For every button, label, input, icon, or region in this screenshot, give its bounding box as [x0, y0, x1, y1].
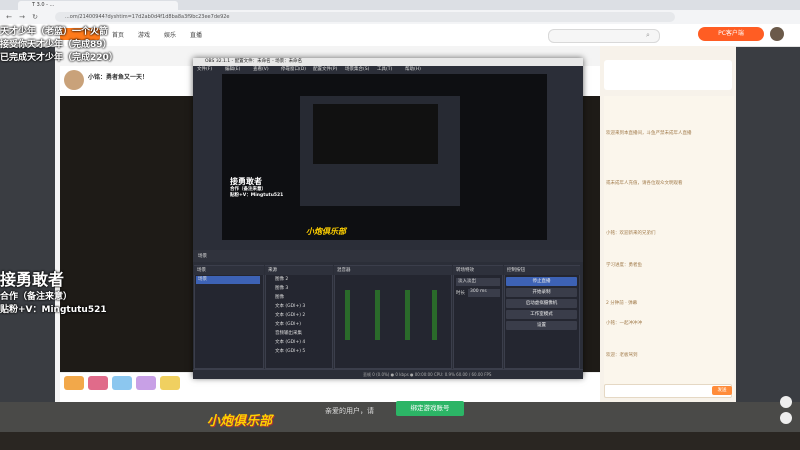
scenes-dock-header: 场景 — [194, 266, 264, 275]
bind-prompt: 亲爱的用户，请 — [325, 407, 374, 415]
volume-meter — [432, 290, 437, 340]
browser-tab[interactable]: T 3.0 - ... — [18, 1, 178, 10]
transition-select[interactable]: 淡入淡出 — [456, 278, 500, 286]
chat-message: 学习进度：勇者鱼 — [606, 263, 642, 268]
start-recording-button[interactable]: 开始录制 — [506, 288, 577, 297]
chat-message: 小铭：一起冲冲冲 — [606, 321, 642, 326]
stop-streaming-button[interactable]: 停止直播 — [506, 277, 577, 286]
scene-item[interactable]: 场景 — [196, 276, 260, 284]
source-item[interactable]: 文本 (GDI+) 3 — [275, 303, 305, 309]
menu-help[interactable]: 帮助(H) — [405, 66, 421, 74]
virtual-camera-button[interactable]: 启动虚拟摄像机 — [506, 299, 577, 308]
bind-game-account-button[interactable]: 绑定游戏账号 — [396, 401, 464, 416]
source-item[interactable]: 文本 (GDI+) 5 — [275, 348, 305, 354]
studio-mode-button[interactable]: 工作室模式 — [506, 310, 577, 319]
chat-message: 2 分钟前 · 弹幕 — [606, 301, 638, 306]
source-item[interactable]: 文本 (GDI+) 2 — [275, 312, 305, 318]
duration-label: 时长 — [456, 291, 465, 296]
volume-meter — [345, 290, 350, 340]
menu-file[interactable]: 文件(F) — [197, 66, 212, 74]
duration-input[interactable]: 300 ms — [468, 289, 500, 297]
nav-home[interactable]: 首页 — [112, 30, 124, 39]
source-item[interactable]: 文本 (GDI+) 4 — [275, 339, 305, 345]
chat-message: 或未成年人充值，请各位观众文明观看 — [606, 181, 683, 186]
chat-message: 欢迎：老板驾到 — [606, 353, 638, 358]
status-text: 丢帧 0 (0.0%) ● 0 kbps ● 00:00:00 CPU: 0.9… — [363, 372, 492, 377]
source-item[interactable]: 文本 (GDI+) — [275, 321, 301, 327]
sidebar-banner[interactable] — [604, 60, 732, 90]
source-item[interactable]: 图像 — [275, 294, 284, 300]
overlay-text: 接受你天才少年（完成89） — [0, 40, 112, 50]
overlay-text: 合作（备注来意） — [0, 292, 73, 302]
overlay-text: 贴粉+V：Mingtutu521 — [0, 305, 107, 315]
room-title: 小铭：勇者鱼又一天！ — [88, 74, 149, 81]
menu-docks[interactable]: 停靠窗口(D) — [281, 66, 306, 74]
send-button[interactable]: 发送 — [712, 386, 732, 395]
nav-games[interactable]: 游戏 — [138, 30, 150, 39]
streamer-avatar[interactable] — [64, 70, 84, 90]
scroll-top-icon[interactable] — [780, 396, 792, 408]
nav-live[interactable]: 直播 — [190, 30, 202, 39]
preview-nested-video — [313, 104, 438, 164]
search-icon[interactable]: ⌕ — [646, 31, 650, 40]
obs-window-title: OBS 32.1.1 - 配置文件：未命名 - 场景：未命名 — [205, 59, 303, 64]
volume-meter — [405, 290, 410, 340]
menu-scene-collection[interactable]: 场景集合(S) — [345, 66, 369, 74]
user-avatar[interactable] — [770, 27, 784, 41]
gift-icon[interactable] — [160, 376, 180, 390]
transitions-dock-header: 转场特效 — [453, 266, 503, 275]
controls-dock-header: 控制按钮 — [504, 266, 580, 275]
mixer-dock-header: 混音器 — [334, 266, 452, 275]
settings-button[interactable]: 设置 — [506, 321, 577, 330]
menu-edit[interactable]: 编辑(E) — [225, 66, 240, 74]
bottom-logo: 小炮俱乐部 — [207, 414, 273, 429]
preview-line: 贴粉+V：Mingtutu521 — [230, 193, 284, 198]
search-input[interactable] — [548, 29, 660, 43]
scene-bar — [193, 250, 583, 262]
gift-icon[interactable] — [64, 376, 84, 390]
gift-icon[interactable] — [136, 376, 156, 390]
source-item[interactable]: 图像 2 — [275, 276, 288, 282]
scene-label: 场景 — [198, 254, 207, 259]
overlay-title: 接勇敢者 — [0, 270, 65, 289]
overlay-text: 已完成天才少年（完成220） — [0, 53, 118, 63]
obs-title-bar: OBS 32.1.1 - 配置文件：未命名 - 场景：未命名 — [193, 58, 583, 66]
gift-icon[interactable] — [88, 376, 108, 390]
chat-message: 小铭：欢迎新来的兄弟们 — [606, 231, 656, 236]
menu-profile[interactable]: 配置文件(P) — [313, 66, 337, 74]
help-icon[interactable] — [780, 412, 792, 424]
taskbar — [0, 432, 800, 450]
tab-title: T 3.0 - ... — [32, 2, 55, 8]
obs-status-bar: 丢帧 0 (0.0%) ● 0 kbps ● 00:00:00 CPU: 0.9… — [193, 369, 583, 379]
forward-icon[interactable]: → — [17, 12, 27, 22]
gift-icon[interactable] — [112, 376, 132, 390]
reload-icon[interactable]: ↻ — [30, 12, 40, 22]
overlay-text: 天才少年（老蓝）一个火箭 — [0, 27, 109, 37]
menu-view[interactable]: 查看(V) — [253, 66, 269, 74]
preview-logo: 小炮俱乐部 — [306, 227, 346, 236]
address-bar[interactable]: ...om/21400944?dyshtim=17d2ab0d4f1d8ba8a… — [55, 12, 675, 22]
chat-list — [604, 96, 734, 396]
sources-dock-header: 来源 — [265, 266, 333, 275]
url-text: ...om/21400944?dyshtim=17d2ab0d4f1d8ba8a… — [65, 14, 230, 20]
menu-tools[interactable]: 工具(T) — [377, 66, 392, 74]
source-item[interactable]: 音频输出采集 — [275, 330, 302, 336]
chat-message: 欢迎来到本直播间，斗鱼严禁未成年人直播 — [606, 131, 692, 136]
nav-entertainment[interactable]: 娱乐 — [164, 30, 176, 39]
back-icon[interactable]: ← — [4, 12, 14, 22]
source-item[interactable]: 图像 3 — [275, 285, 288, 291]
volume-meter — [375, 290, 380, 340]
pc-client-button[interactable]: PC客户端 — [698, 27, 764, 41]
